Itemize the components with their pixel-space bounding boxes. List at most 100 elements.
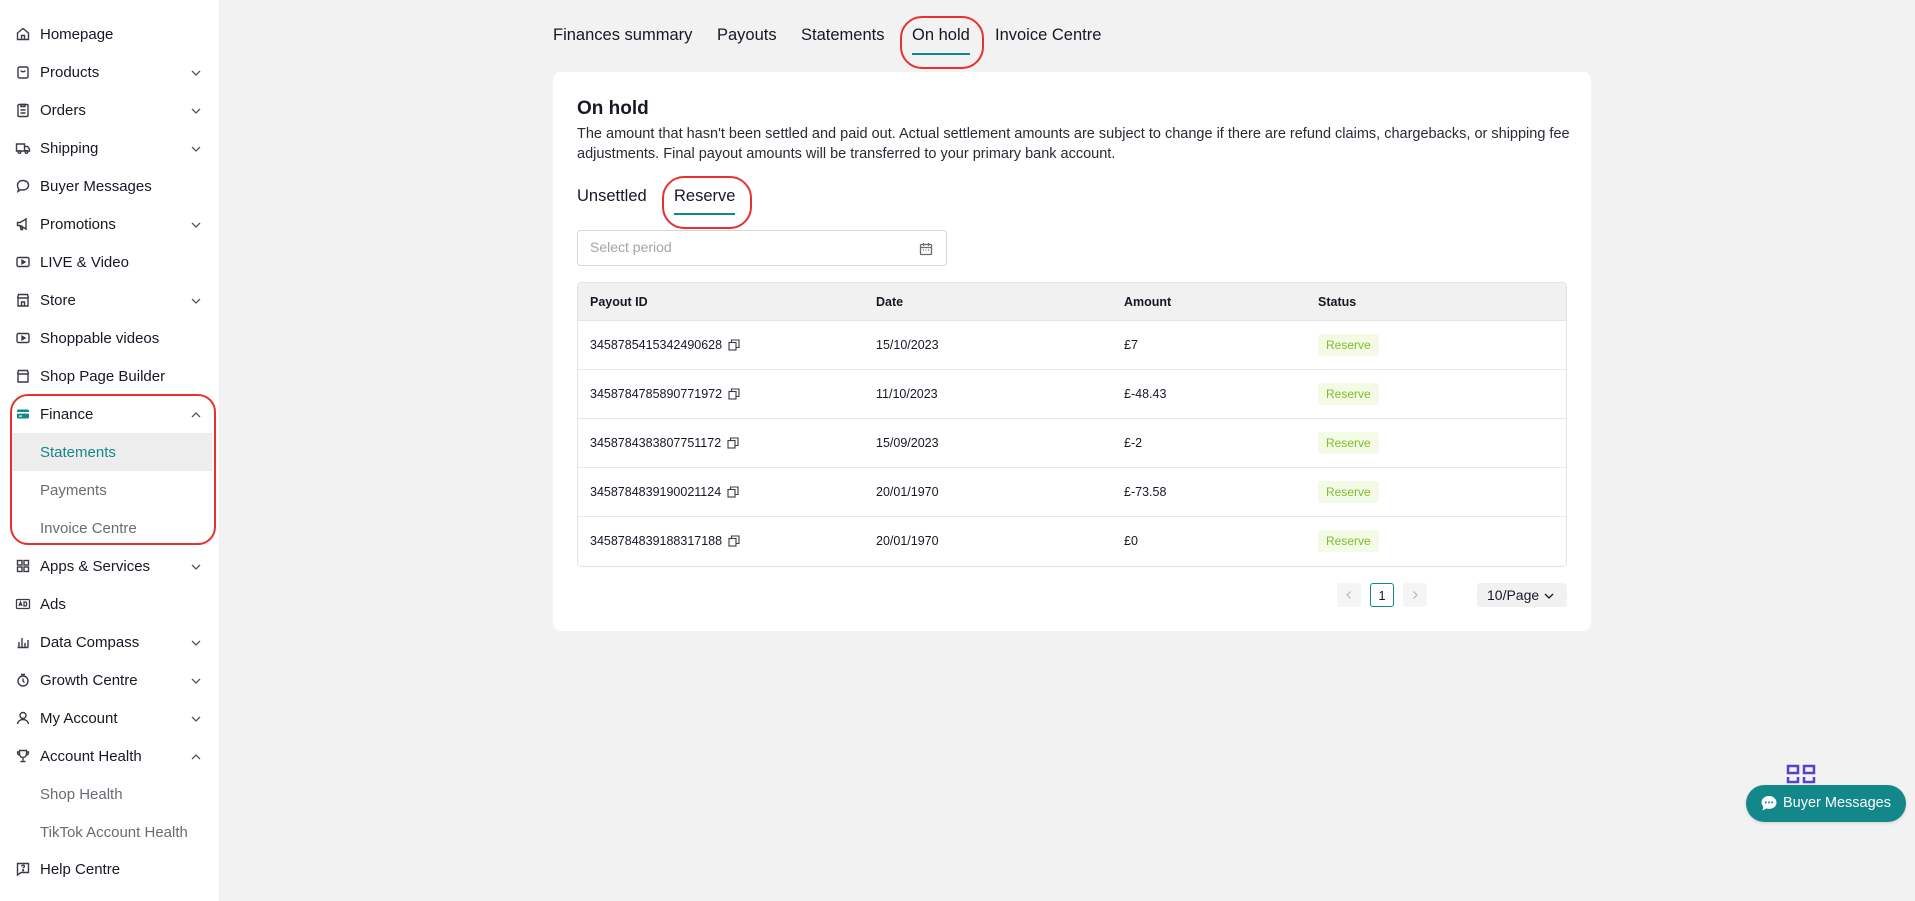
chat-bubble-icon (1760, 795, 1778, 812)
column-header-amount: Amount (1124, 295, 1172, 309)
page-number-button[interactable]: 1 (1370, 583, 1394, 607)
date-cell: 20/01/1970 (876, 485, 939, 499)
chevron-down-icon (190, 104, 202, 116)
calendar-icon (918, 241, 934, 257)
sidebar-item-label: Shop Page Builder (40, 367, 166, 385)
payout-id: 3458784785890771972 (590, 387, 723, 401)
sidebar-item-shop-health[interactable]: Shop Health (0, 775, 220, 813)
sidebar-item-products[interactable]: Products (0, 53, 220, 91)
column-header-date: Date (876, 295, 904, 309)
sidebar-item-label: Products (40, 63, 100, 81)
reserve-table: Payout ID Date Amount Status 34587854153… (577, 282, 1567, 567)
tab-statements[interactable]: Statements (801, 26, 884, 45)
tab-on-hold[interactable]: On hold (912, 26, 970, 55)
amount-cell: £0 (1124, 534, 1138, 548)
chevron-up-icon (190, 750, 202, 762)
bar-chart-icon (15, 634, 31, 650)
period-picker[interactable] (577, 230, 947, 266)
subtab-reserve[interactable]: Reserve (674, 187, 736, 215)
payout-id: 3458784839190021124 (590, 485, 722, 499)
copy-icon[interactable] (728, 388, 740, 400)
sidebar-item-tiktok-account-health[interactable]: TikTok Account Health (0, 813, 220, 851)
payout-id-cell: 3458785415342490628 (590, 338, 740, 352)
payout-id-cell: 3458784785890771972 (590, 387, 740, 401)
payout-id-cell: 3458784839188317188 (590, 534, 740, 548)
status-badge: Reserve (1318, 383, 1379, 405)
page-size-select[interactable]: 10/Page (1477, 583, 1567, 607)
prev-page-button[interactable] (1337, 583, 1361, 607)
table-row: 3458784383807751172 15/09/2023 £-2 Reser… (578, 419, 1566, 468)
sidebar-item-label: Statements (40, 443, 116, 461)
sidebar-item-label: Buyer Messages (40, 177, 152, 195)
sidebar-item-label: Ads (40, 595, 66, 613)
table-row: 3458784839188317188 20/01/1970 £0 Reserv… (578, 517, 1566, 566)
column-header-payout-id: Payout ID (590, 295, 648, 309)
payout-id: 3458784839188317188 (590, 534, 723, 548)
chevron-down-icon (1543, 589, 1555, 601)
sidebar-item-orders[interactable]: Orders (0, 91, 220, 129)
sidebar-item-label: Shipping (40, 139, 99, 157)
sidebar-item-store[interactable]: Store (0, 281, 220, 319)
copy-icon[interactable] (727, 486, 739, 498)
sidebar-item-label: Apps & Services (40, 557, 151, 575)
tab-invoice-centre[interactable]: Invoice Centre (995, 26, 1101, 45)
chevron-down-icon (190, 294, 202, 306)
chevron-right-icon (1413, 591, 1418, 599)
sidebar-item-finance[interactable]: Finance (0, 395, 220, 433)
page-size-value: 10/Page (1487, 587, 1540, 603)
sidebar-item-payments[interactable]: Payments (0, 471, 220, 509)
sidebar-item-label: Shoppable videos (40, 329, 160, 347)
sidebar-item-ads[interactable]: Ads (0, 585, 220, 623)
sidebar-item-statements[interactable]: Statements (10, 433, 212, 471)
sidebar-item-help-centre[interactable]: Help Centre (0, 850, 220, 888)
status-badge: Reserve (1318, 481, 1379, 503)
amount-cell: £7 (1124, 338, 1138, 352)
copy-icon[interactable] (728, 339, 740, 351)
sidebar-item-shoppable-videos[interactable]: Shoppable videos (0, 319, 220, 357)
payout-id-cell: 3458784383807751172 (590, 436, 739, 450)
grid-icon[interactable] (1786, 764, 1818, 784)
sidebar-item-label: Data Compass (40, 633, 140, 651)
sidebar-item-account-health[interactable]: Account Health (0, 737, 220, 775)
copy-icon[interactable] (728, 535, 740, 547)
sidebar-item-label: TikTok Account Health (40, 823, 188, 841)
buyer-messages-button[interactable]: Buyer Messages (1746, 785, 1906, 822)
copy-icon[interactable] (727, 437, 739, 449)
tab-payouts[interactable]: Payouts (717, 26, 777, 45)
sidebar-item-growth-centre[interactable]: Growth Centre (0, 661, 220, 699)
user-icon (15, 710, 31, 726)
period-input[interactable] (590, 239, 910, 255)
subtab-unsettled[interactable]: Unsettled (577, 187, 647, 206)
sidebar-item-label: Help Centre (40, 860, 121, 878)
sidebar-item-label: Payments (40, 481, 107, 499)
sidebar-item-shop-page-builder[interactable]: Shop Page Builder (0, 357, 220, 395)
sidebar: Homepage Products Orders Shipping Buyer … (0, 0, 220, 901)
chevron-down-icon (190, 218, 202, 230)
table-row: 3458784839190021124 20/01/1970 £-73.58 R… (578, 468, 1566, 517)
table-header: Payout ID Date Amount Status (578, 283, 1566, 321)
sidebar-item-homepage[interactable]: Homepage (0, 15, 220, 53)
truck-icon (15, 140, 31, 156)
table-row: 3458785415342490628 15/10/2023 £7 Reserv… (578, 321, 1566, 370)
sidebar-item-my-account[interactable]: My Account (0, 699, 220, 737)
apps-icon (15, 558, 31, 574)
sidebar-item-shipping[interactable]: Shipping (0, 129, 220, 167)
help-icon (15, 861, 31, 877)
next-page-button[interactable] (1403, 583, 1427, 607)
bag-icon (15, 64, 31, 80)
sidebar-item-live-video[interactable]: LIVE & Video (0, 243, 220, 281)
video-icon (15, 330, 31, 346)
sidebar-item-invoice-centre[interactable]: Invoice Centre (0, 509, 220, 547)
sidebar-item-buyer-messages[interactable]: Buyer Messages (0, 167, 220, 205)
payout-id: 3458785415342490628 (590, 338, 723, 352)
payout-id-cell: 3458784839190021124 (590, 485, 739, 499)
sidebar-item-label: Account Health (40, 747, 142, 765)
tab-finances-summary[interactable]: Finances summary (553, 26, 692, 45)
buyer-messages-label: Buyer Messages (1783, 795, 1891, 811)
sidebar-item-data-compass[interactable]: Data Compass (0, 623, 220, 661)
chevron-left-icon (1346, 591, 1351, 599)
date-cell: 11/10/2023 (876, 387, 938, 401)
sidebar-item-promotions[interactable]: Promotions (0, 205, 220, 243)
sidebar-item-apps-services[interactable]: Apps & Services (0, 547, 220, 585)
shop-icon (15, 368, 31, 384)
